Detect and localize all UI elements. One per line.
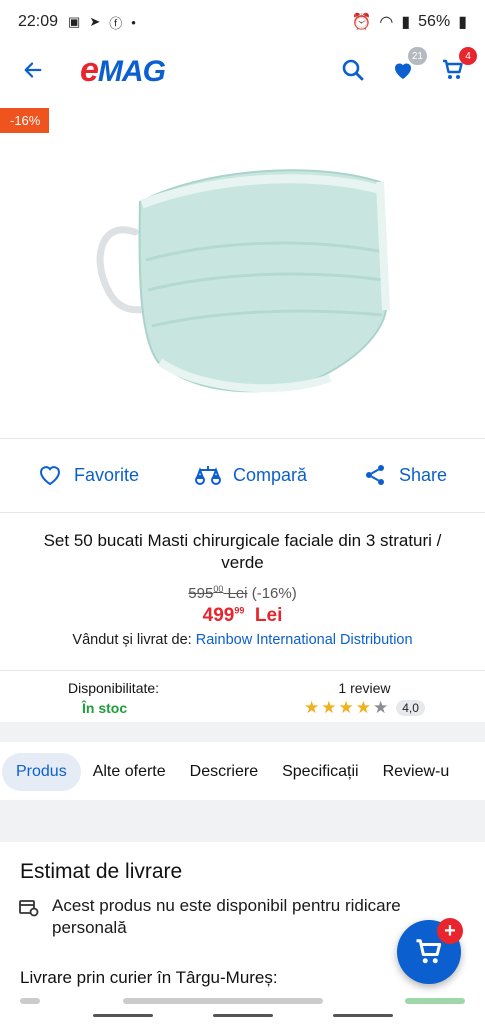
tab-produs[interactable]: Produs xyxy=(2,753,81,791)
old-price-value: 59500 Lei xyxy=(188,584,248,602)
emag-logo[interactable]: e MAG xyxy=(80,50,166,90)
cart-button[interactable]: 4 xyxy=(439,47,477,84)
dot-icon: • xyxy=(131,14,136,30)
tab-descriere[interactable]: Descriere xyxy=(178,753,270,791)
nav-handle xyxy=(212,1013,273,1017)
star-empty-icon: ★ xyxy=(373,698,389,717)
arrow-left-icon xyxy=(24,62,42,78)
star-rating: ★ ★ ★ ★ ★ 4,0 xyxy=(304,699,425,716)
battery-icon: ▮ xyxy=(458,14,467,31)
scale-icon xyxy=(194,466,221,485)
availability-value: În stoc xyxy=(82,700,128,716)
add-to-cart-fab[interactable]: + xyxy=(397,918,463,984)
star-icon: ★ xyxy=(338,698,354,717)
logo-rest: MAG xyxy=(97,54,166,88)
divider xyxy=(0,512,485,513)
heart-outline-icon xyxy=(39,466,60,486)
product-tabs: Produs Alte oferte Descriere Specificați… xyxy=(0,750,485,794)
section-spacer xyxy=(0,800,485,842)
product-title: Set 50 bucati Masti chirurgicale faciale… xyxy=(43,531,442,572)
review-summary[interactable]: 1 review ★ ★ ★ ★ ★ 4,0 xyxy=(304,680,425,716)
star-icon: ★ xyxy=(321,698,337,717)
cart-count-badge: 4 xyxy=(459,47,477,65)
wifi-icon: ◠ xyxy=(379,14,394,31)
divider xyxy=(0,438,485,439)
delivery-title: Estimat de livrare xyxy=(20,860,183,883)
availability: Disponibilitate: În stoc xyxy=(68,680,159,716)
pickup-info: Acest produs nu este disponibil pentru r… xyxy=(18,895,468,939)
status-bar: 22:09 ▣ ➤ ⓕ • ⏰ ◠ ▮ 56% ▮ xyxy=(0,0,485,44)
product-actions: Favorite Compară Share xyxy=(0,452,485,498)
compare-button[interactable]: Compară xyxy=(194,464,307,486)
compare-label: Compară xyxy=(232,464,307,485)
status-notification-icons: ▣ ➤ ⓕ • xyxy=(68,13,136,32)
tab-specificatii[interactable]: Specificații xyxy=(270,753,370,791)
wishlist-count-badge: 21 xyxy=(407,47,427,65)
signal-icon: ▮ xyxy=(401,14,411,31)
section-spacer xyxy=(0,722,485,742)
product-image[interactable] xyxy=(80,140,400,410)
old-price-discount: (-16%) xyxy=(251,585,297,602)
plus-icon: + xyxy=(437,918,463,944)
old-price: 59500 Lei (-16%) xyxy=(0,584,485,602)
nav-handle xyxy=(332,1013,393,1017)
share-label: Share xyxy=(398,464,447,485)
partial-row xyxy=(20,998,465,1006)
star-icon: ★ xyxy=(355,698,371,717)
nav-handle xyxy=(92,1013,153,1017)
alarm-icon: ⏰ xyxy=(351,14,372,31)
availability-label: Disponibilitate: xyxy=(68,680,160,696)
rating-value: 4,0 xyxy=(396,699,425,716)
seller-info: Vândut și livrat de: Rainbow Internation… xyxy=(0,632,485,648)
courier-info: Livrare prin curier în Târgu-Mureș: xyxy=(20,968,278,987)
messenger-icon: ➤ xyxy=(89,14,101,29)
battery-level: 56% xyxy=(418,13,451,30)
seller-link[interactable]: Rainbow International Distribution xyxy=(196,632,413,648)
wishlist-button[interactable]: 21 xyxy=(389,47,427,84)
favorite-button[interactable]: Favorite xyxy=(38,464,139,486)
share-icon xyxy=(365,465,384,485)
cart-icon xyxy=(416,939,442,964)
app-header: e MAG 21 4 xyxy=(0,44,485,96)
store-location-icon xyxy=(19,900,39,917)
new-price: 49999 Lei xyxy=(202,605,283,626)
tab-review-uri[interactable]: Review-u xyxy=(371,753,462,791)
status-time: 22:09 xyxy=(18,13,59,30)
logo-e: e xyxy=(80,50,99,89)
tab-alte-oferte[interactable]: Alte oferte xyxy=(81,753,178,791)
star-icon: ★ xyxy=(304,698,320,717)
image-icon: ▣ xyxy=(68,14,81,29)
search-button[interactable] xyxy=(339,56,367,84)
back-button[interactable] xyxy=(18,55,48,85)
search-icon xyxy=(342,59,364,81)
seller-label: Vândut și livrat de: xyxy=(72,632,192,648)
facebook-icon: ⓕ xyxy=(109,15,123,31)
discount-tag: -16% xyxy=(0,108,50,133)
review-count: 1 review xyxy=(338,680,391,696)
share-button[interactable]: Share xyxy=(363,463,447,487)
system-nav-bar xyxy=(0,1006,485,1024)
divider xyxy=(0,670,485,671)
favorite-label: Favorite xyxy=(73,464,139,485)
